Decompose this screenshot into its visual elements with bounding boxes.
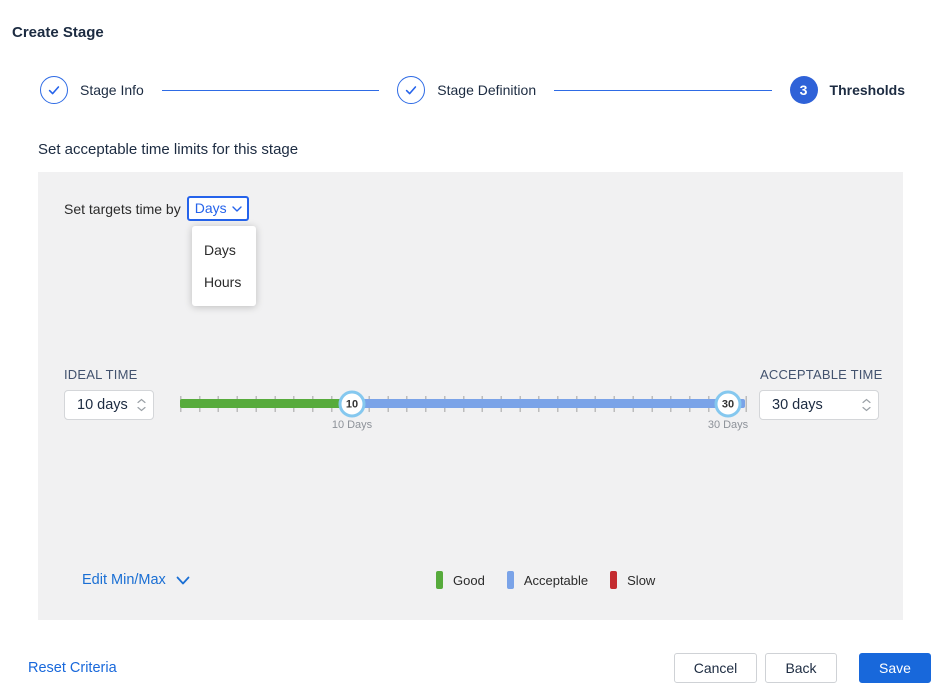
legend-label: Good [453, 572, 485, 588]
slider-handle-acceptable[interactable]: 30 [714, 390, 742, 418]
page-title: Create Stage [12, 24, 104, 41]
targets-label: Set targets time by [64, 200, 181, 217]
unit-select-value: Days [194, 200, 227, 216]
step-connector [554, 89, 772, 91]
footer-buttons: Cancel Back Save [674, 653, 931, 683]
slider-value-label: 30 Days [707, 419, 749, 431]
legend-item-slow: Slow [610, 571, 655, 589]
thresholds-panel: Set targets time by Days Days Hours IDEA… [38, 172, 903, 620]
ideal-time-value: 10 days [77, 397, 128, 413]
step-stage-definition[interactable]: Stage Definition [397, 76, 536, 104]
reset-criteria-link[interactable]: Reset Criteria [28, 653, 117, 683]
unit-select-menu: Days Hours [192, 226, 256, 306]
ideal-time-input[interactable]: 10 days [64, 390, 154, 420]
chevron-down-icon [231, 205, 242, 212]
legend-item-acceptable: Acceptable [506, 571, 589, 589]
slider-segment-good [180, 399, 352, 408]
slider-track[interactable] [180, 399, 745, 408]
unit-select-dropdown[interactable]: Days [186, 196, 249, 221]
slider-value-label: 10 Days [331, 419, 373, 431]
legend-swatch-good [436, 571, 443, 589]
acceptable-time-label: ACCEPTABLE TIME [760, 367, 883, 382]
chevron-down-icon [176, 576, 190, 585]
acceptable-time-value: 30 days [772, 397, 823, 413]
edit-minmax-toggle[interactable]: Edit Min/Max [82, 572, 190, 588]
legend-item-good: Good [436, 571, 485, 589]
step-label: Thresholds [829, 82, 906, 98]
ideal-time-label: IDEAL TIME [64, 367, 138, 382]
step-label: Stage Definition [437, 82, 537, 98]
step-number-badge: 3 [789, 76, 818, 104]
targets-row: Set targets time by Days [64, 196, 249, 221]
back-button[interactable]: Back [765, 653, 837, 683]
legend-swatch-slow [610, 571, 618, 589]
legend-label: Acceptable [523, 572, 589, 588]
step-thresholds[interactable]: 3 Thresholds [789, 76, 906, 104]
check-circle-icon [40, 76, 68, 104]
create-stage-dialog: Create Stage Stage Info Stage Definition… [0, 0, 947, 699]
stepper-arrows-icon[interactable] [862, 398, 871, 412]
threshold-legend: Good Acceptable Slow [436, 571, 655, 589]
step-label: Stage Info [80, 82, 144, 98]
time-threshold-slider[interactable]: 10 30 10 Days 30 Days [180, 388, 749, 434]
menu-item-days[interactable]: Days [192, 234, 256, 266]
save-button[interactable]: Save [859, 653, 931, 683]
section-heading: Set acceptable time limits for this stag… [38, 141, 299, 158]
slider-handle-ideal[interactable]: 10 [338, 390, 366, 418]
wizard-stepper: Stage Info Stage Definition 3 Thresholds [40, 76, 905, 104]
step-stage-info[interactable]: Stage Info [40, 76, 144, 104]
slider-segment-acceptable [352, 399, 745, 408]
edit-minmax-label: Edit Min/Max [82, 572, 166, 588]
acceptable-time-input[interactable]: 30 days [759, 390, 879, 420]
stepper-arrows-icon[interactable] [137, 398, 146, 412]
menu-item-hours[interactable]: Hours [192, 266, 256, 298]
cancel-button[interactable]: Cancel [674, 653, 757, 683]
check-circle-icon [397, 76, 426, 104]
legend-label: Slow [627, 572, 656, 588]
legend-swatch-acceptable [506, 571, 514, 589]
step-connector [161, 89, 380, 91]
